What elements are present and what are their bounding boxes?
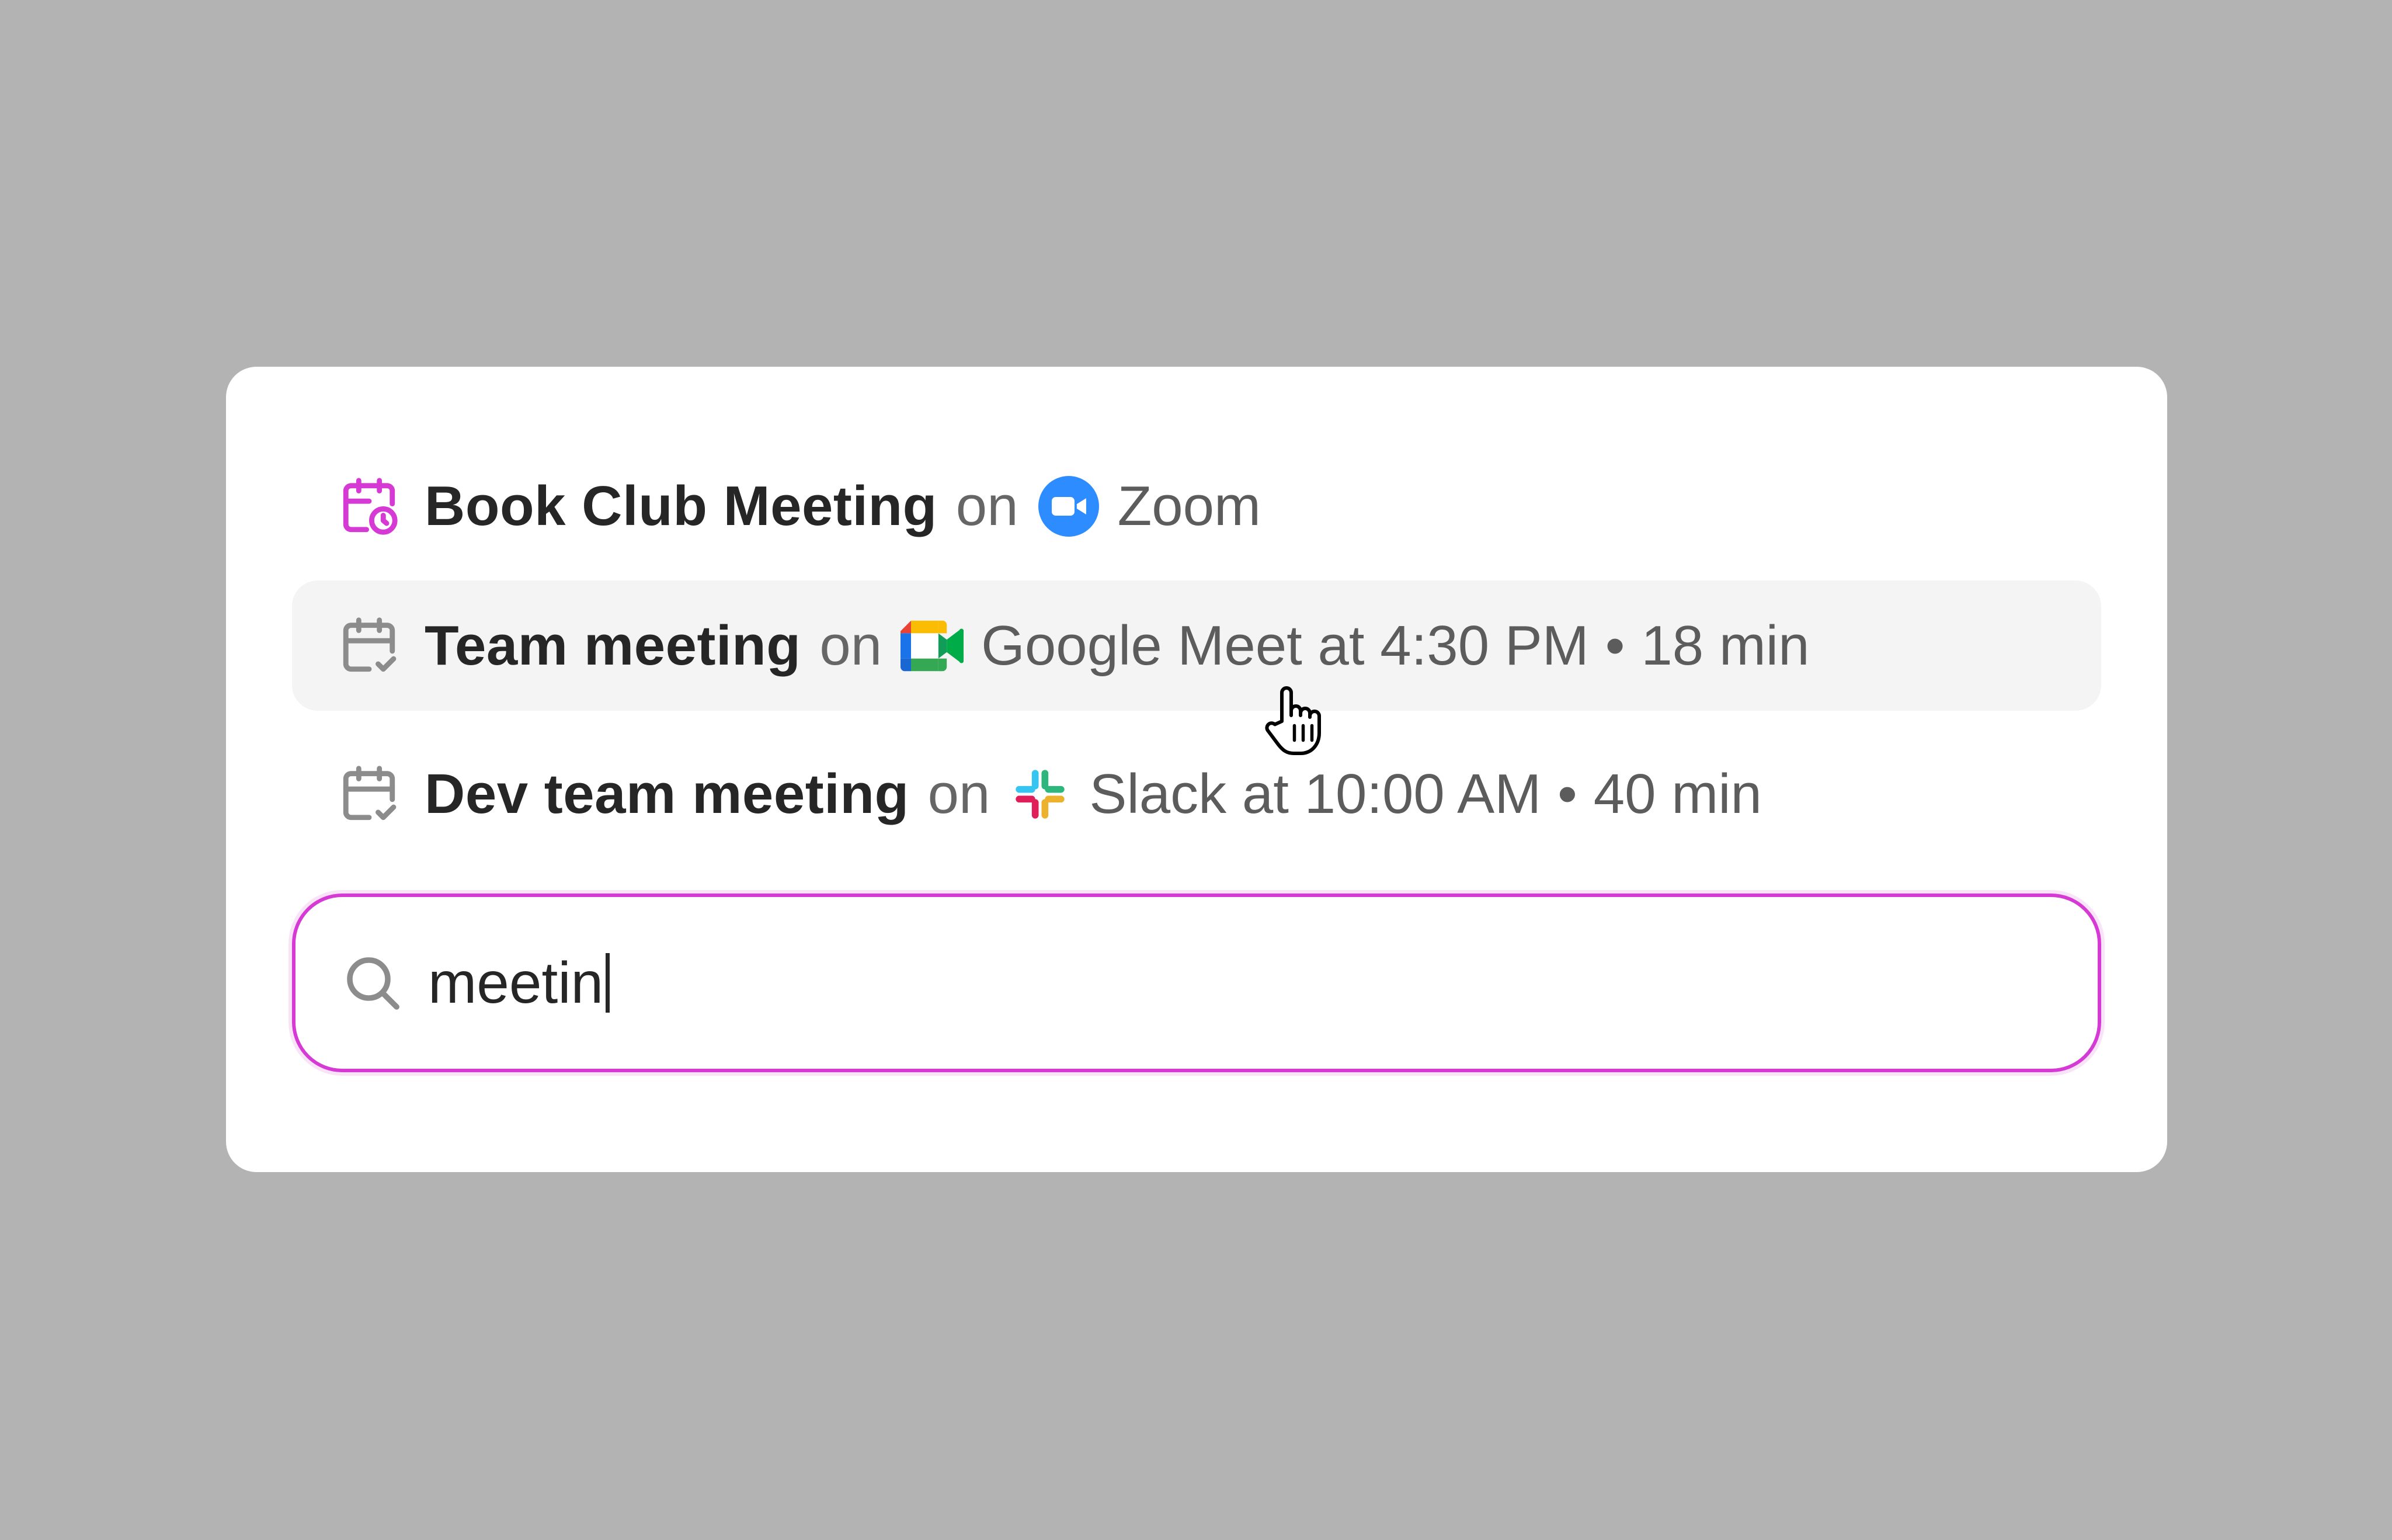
result-title: Team meeting: [425, 614, 801, 677]
hand-pointer-cursor-icon: [1265, 686, 1321, 755]
result-item-book-club[interactable]: Book Club Meeting on Zoom: [292, 441, 2101, 571]
result-on-word: on: [819, 614, 882, 677]
result-duration: 18 min: [1641, 614, 1810, 677]
calendar-clock-icon: [337, 474, 401, 538]
slack-logo-icon: [1009, 763, 1072, 826]
calendar-check-icon: [337, 614, 401, 678]
result-title: Book Club Meeting: [425, 474, 937, 537]
separator-dot: •: [1605, 614, 1625, 677]
search-input[interactable]: meetin: [292, 894, 2101, 1072]
text-caret: [606, 953, 610, 1013]
result-title: Dev team meeting: [425, 762, 909, 825]
result-on-word: on: [955, 474, 1018, 537]
search-icon: [340, 951, 405, 1015]
result-duration: 40 min: [1593, 762, 1762, 825]
result-app-time: Google Meet at 4:30 PM: [981, 614, 1589, 677]
zoom-logo-icon: [1037, 475, 1100, 538]
canvas-background: Book Club Meeting on Zoom Team meeting o…: [0, 0, 2392, 1540]
search-input-value[interactable]: meetin: [428, 950, 603, 1017]
result-app-name: Zoom: [1117, 474, 1261, 537]
calendar-check-icon: [337, 762, 401, 826]
google-meet-logo-icon: [901, 614, 964, 677]
result-item-dev-team[interactable]: Dev team meeting on Slack at 10:00 AM • …: [292, 729, 2101, 859]
result-app-time: Slack at 10:00 AM: [1089, 762, 1542, 825]
separator-dot: •: [1557, 762, 1577, 825]
command-palette: Book Club Meeting on Zoom Team meeting o…: [226, 367, 2167, 1172]
result-item-team-meeting[interactable]: Team meeting on Google Meet at 4:30 PM •: [292, 580, 2101, 711]
result-on-word: on: [927, 762, 990, 825]
